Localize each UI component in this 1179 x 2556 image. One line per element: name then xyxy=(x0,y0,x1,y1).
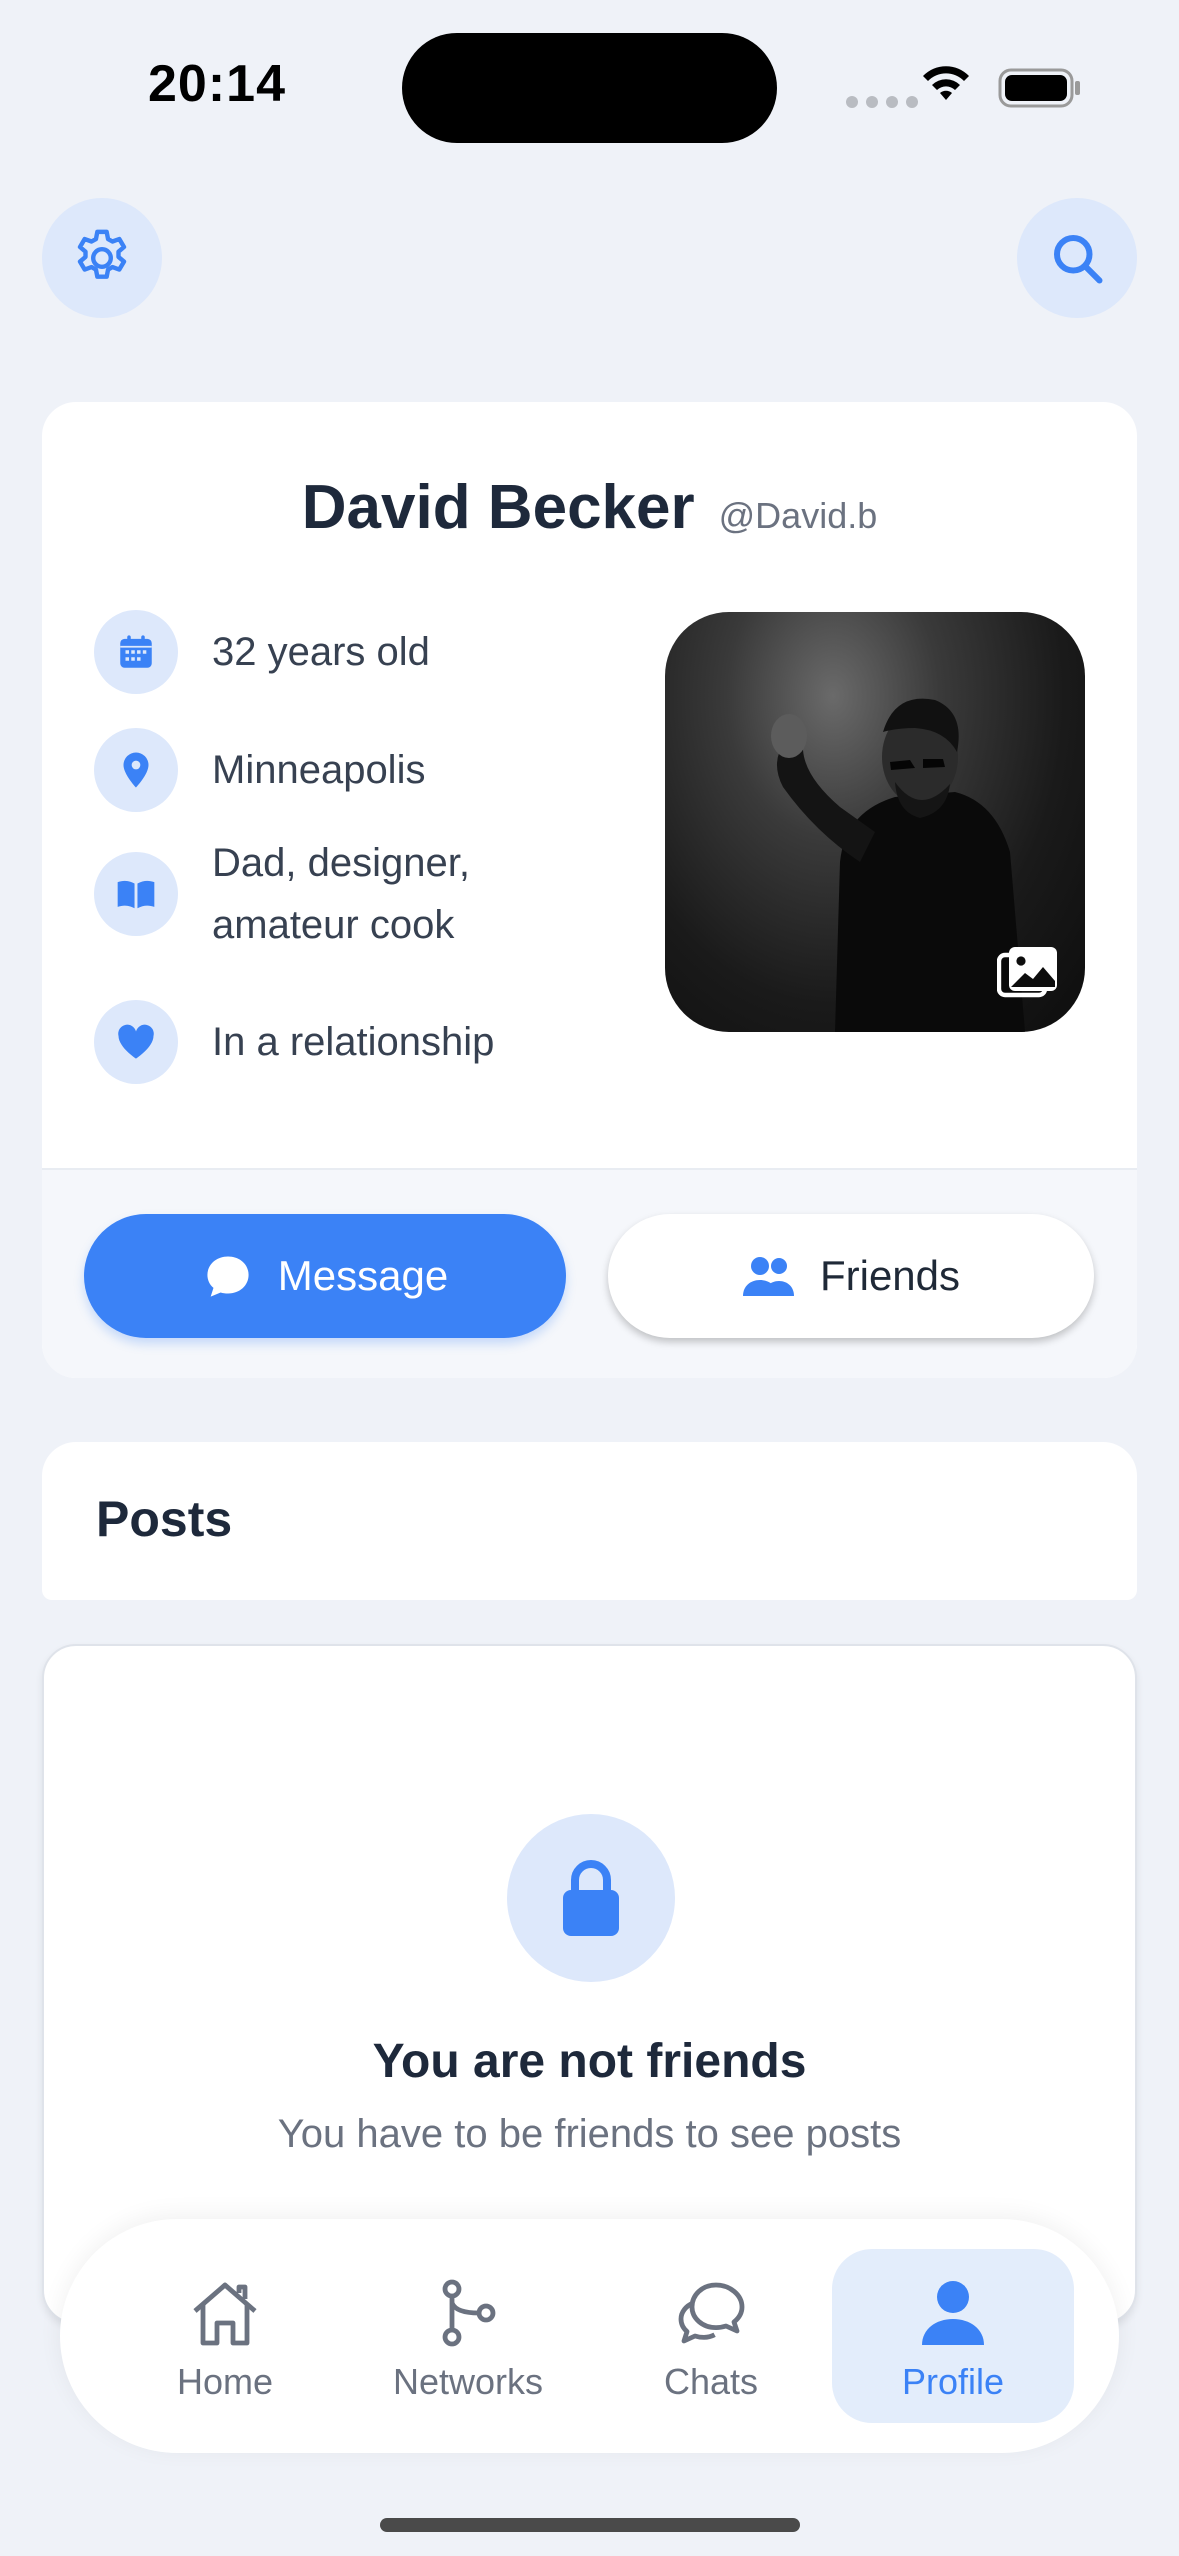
gear-icon xyxy=(77,229,127,279)
info-age: 32 years old xyxy=(94,610,430,694)
locked-subtitle: You have to be friends to see posts xyxy=(277,2112,902,2156)
settings-button[interactable] xyxy=(42,198,162,318)
info-relationship: In a relationship xyxy=(94,1000,494,1084)
info-bio: Dad, designer, amateur cook xyxy=(94,832,614,956)
heart-icon xyxy=(118,1024,154,1059)
info-relationship-text: In a relationship xyxy=(212,1020,495,1064)
info-location-text: Minneapolis xyxy=(212,748,426,792)
nav-home[interactable]: Home xyxy=(104,2249,346,2423)
bottom-nav: Home Networks Chats Profile xyxy=(60,2219,1119,2453)
profile-header: David Becker @David.b xyxy=(42,472,1137,543)
profile-actions: Message Friends xyxy=(42,1168,1137,1378)
dynamic-island xyxy=(402,33,777,143)
profile-photo[interactable] xyxy=(665,612,1085,1032)
friends-label: Friends xyxy=(819,1252,961,1299)
book-icon xyxy=(117,880,155,909)
lock-icon xyxy=(563,1860,619,1936)
info-bio-text: Dad, designer, amateur cook xyxy=(212,841,470,947)
profile-card: David Becker @David.b 32 years old Minne… xyxy=(42,402,1137,1378)
info-age-text: 32 years old xyxy=(212,630,430,674)
users-icon xyxy=(742,1257,794,1296)
nav-networks[interactable]: Networks xyxy=(347,2249,589,2423)
status-time: 20:14 xyxy=(148,55,286,113)
search-button[interactable] xyxy=(1017,198,1137,318)
image-icon xyxy=(996,947,1057,998)
calendar-icon xyxy=(120,635,152,668)
battery-icon xyxy=(998,68,1080,108)
cellular-signal-icon xyxy=(846,96,918,108)
posts-section-header: Posts xyxy=(42,1442,1137,1600)
nav-profile[interactable]: Profile xyxy=(832,2249,1074,2423)
chat-bubble-icon xyxy=(207,1256,249,1297)
locked-title: You are not friends xyxy=(372,2035,807,2088)
home-indicator[interactable] xyxy=(380,2518,800,2532)
info-location: Minneapolis xyxy=(94,728,425,812)
profile-name: David Becker xyxy=(301,473,695,542)
wifi-icon xyxy=(923,66,969,100)
network-icon xyxy=(442,2279,496,2347)
profile-icon xyxy=(922,2281,984,2345)
friends-button[interactable]: Friends xyxy=(608,1214,1094,1338)
nav-home-label: Home xyxy=(176,2361,274,2402)
photo-gallery-button[interactable] xyxy=(996,945,1059,1006)
message-button[interactable]: Message xyxy=(84,1214,566,1338)
search-icon xyxy=(1054,235,1103,284)
home-icon xyxy=(193,2282,257,2346)
lock-badge xyxy=(507,1814,675,1982)
nav-chats[interactable]: Chats xyxy=(590,2249,832,2423)
posts-title: Posts xyxy=(96,1491,233,1547)
location-pin-icon xyxy=(123,752,149,788)
nav-profile-label: Profile xyxy=(901,2361,1005,2402)
nav-chats-label: Chats xyxy=(663,2361,759,2402)
chats-icon xyxy=(678,2282,745,2344)
message-label: Message xyxy=(277,1252,449,1299)
profile-handle: @David.b xyxy=(718,495,878,536)
nav-networks-label: Networks xyxy=(392,2361,544,2402)
